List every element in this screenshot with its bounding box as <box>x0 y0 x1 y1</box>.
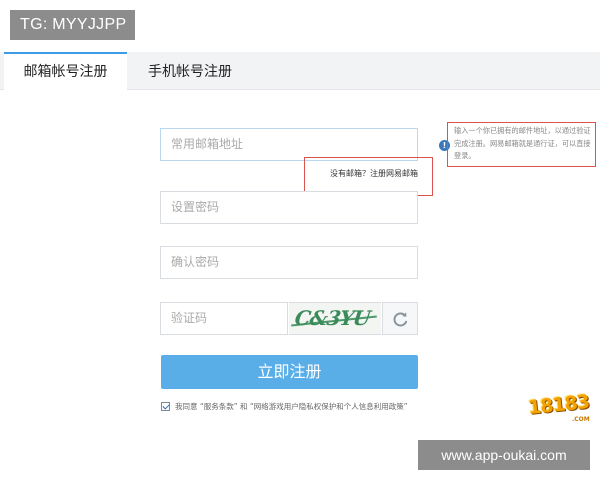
tg-overlay-badge: TG: MYYJJPP <box>10 10 135 40</box>
refresh-captcha-button[interactable] <box>382 302 418 335</box>
page: 邮箱帐号注册 手机帐号注册 常用邮箱地址 没有邮箱？注册网易邮箱 ! 输入一个你… <box>0 0 600 480</box>
agree-checkbox[interactable] <box>161 402 170 411</box>
register-submit-button[interactable]: 立即注册 <box>161 355 418 389</box>
tab-phone-register[interactable]: 手机帐号注册 <box>130 52 250 90</box>
logo-sub-text: .COM <box>572 416 590 423</box>
logo-brand-text: 18183 <box>527 390 591 420</box>
refresh-icon <box>393 312 408 327</box>
agree-terms-text[interactable]: 我同意 “服务条款” 和 “网络游戏用户隐私权保护和个人信息利用政策” <box>175 401 408 412</box>
site-logo: 18183 .COM <box>527 390 596 428</box>
email-tip-text: 输入一个你已拥有的邮件地址，以通过验证完成注册。网易邮箱就是通行证，可以直接登录… <box>454 126 591 160</box>
captcha-image-text: C&3YU <box>293 306 372 330</box>
captcha-image[interactable]: C&3YU <box>289 302 381 335</box>
watermark-url-bar: www.app-oukai.com <box>418 440 590 470</box>
register-netease-mail-link[interactable]: 没有邮箱？注册网易邮箱 <box>330 168 418 179</box>
tab-bar: 邮箱帐号注册 手机帐号注册 <box>0 52 600 91</box>
password-input[interactable]: 设置密码 <box>160 191 418 224</box>
confirm-password-input[interactable]: 确认密码 <box>160 246 418 279</box>
tab-email-register[interactable]: 邮箱帐号注册 <box>4 52 127 91</box>
captcha-input[interactable]: 验证码 <box>160 302 288 335</box>
